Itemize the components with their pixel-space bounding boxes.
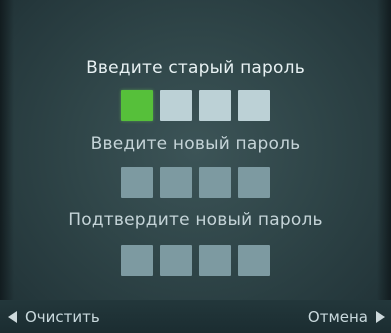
old-password-digit-1[interactable] [121, 90, 153, 121]
clear-button[interactable]: Очистить [8, 308, 100, 326]
cancel-button[interactable]: Отмена [308, 308, 385, 326]
change-password-screen: Введите старый пароль Введите новый паро… [0, 0, 391, 333]
old-password-digit-3[interactable] [199, 90, 231, 121]
old-password-input[interactable] [0, 90, 391, 121]
right-triangle-icon [376, 311, 385, 323]
clear-button-label: Очистить [25, 308, 100, 326]
new-password-digit-3[interactable] [199, 167, 231, 198]
old-password-digit-2[interactable] [160, 90, 192, 121]
confirm-password-digit-4[interactable] [238, 245, 270, 276]
new-password-input[interactable] [0, 167, 391, 198]
cancel-button-label: Отмена [307, 308, 368, 326]
confirm-password-digit-3[interactable] [199, 245, 231, 276]
old-password-digit-4[interactable] [238, 90, 270, 121]
new-password-digit-4[interactable] [238, 167, 270, 198]
confirm-password-label: Подтвердите новый пароль [68, 210, 323, 230]
confirm-password-input[interactable] [0, 245, 391, 276]
new-password-digit-2[interactable] [160, 167, 192, 198]
footer-bar: Очистить Отмена [0, 300, 391, 333]
old-password-label: Введите старый пароль [86, 58, 305, 78]
left-triangle-icon [8, 311, 17, 323]
new-password-label: Введите новый пароль [90, 134, 301, 154]
confirm-password-digit-2[interactable] [160, 245, 192, 276]
new-password-digit-1[interactable] [121, 167, 153, 198]
confirm-password-digit-1[interactable] [121, 245, 153, 276]
